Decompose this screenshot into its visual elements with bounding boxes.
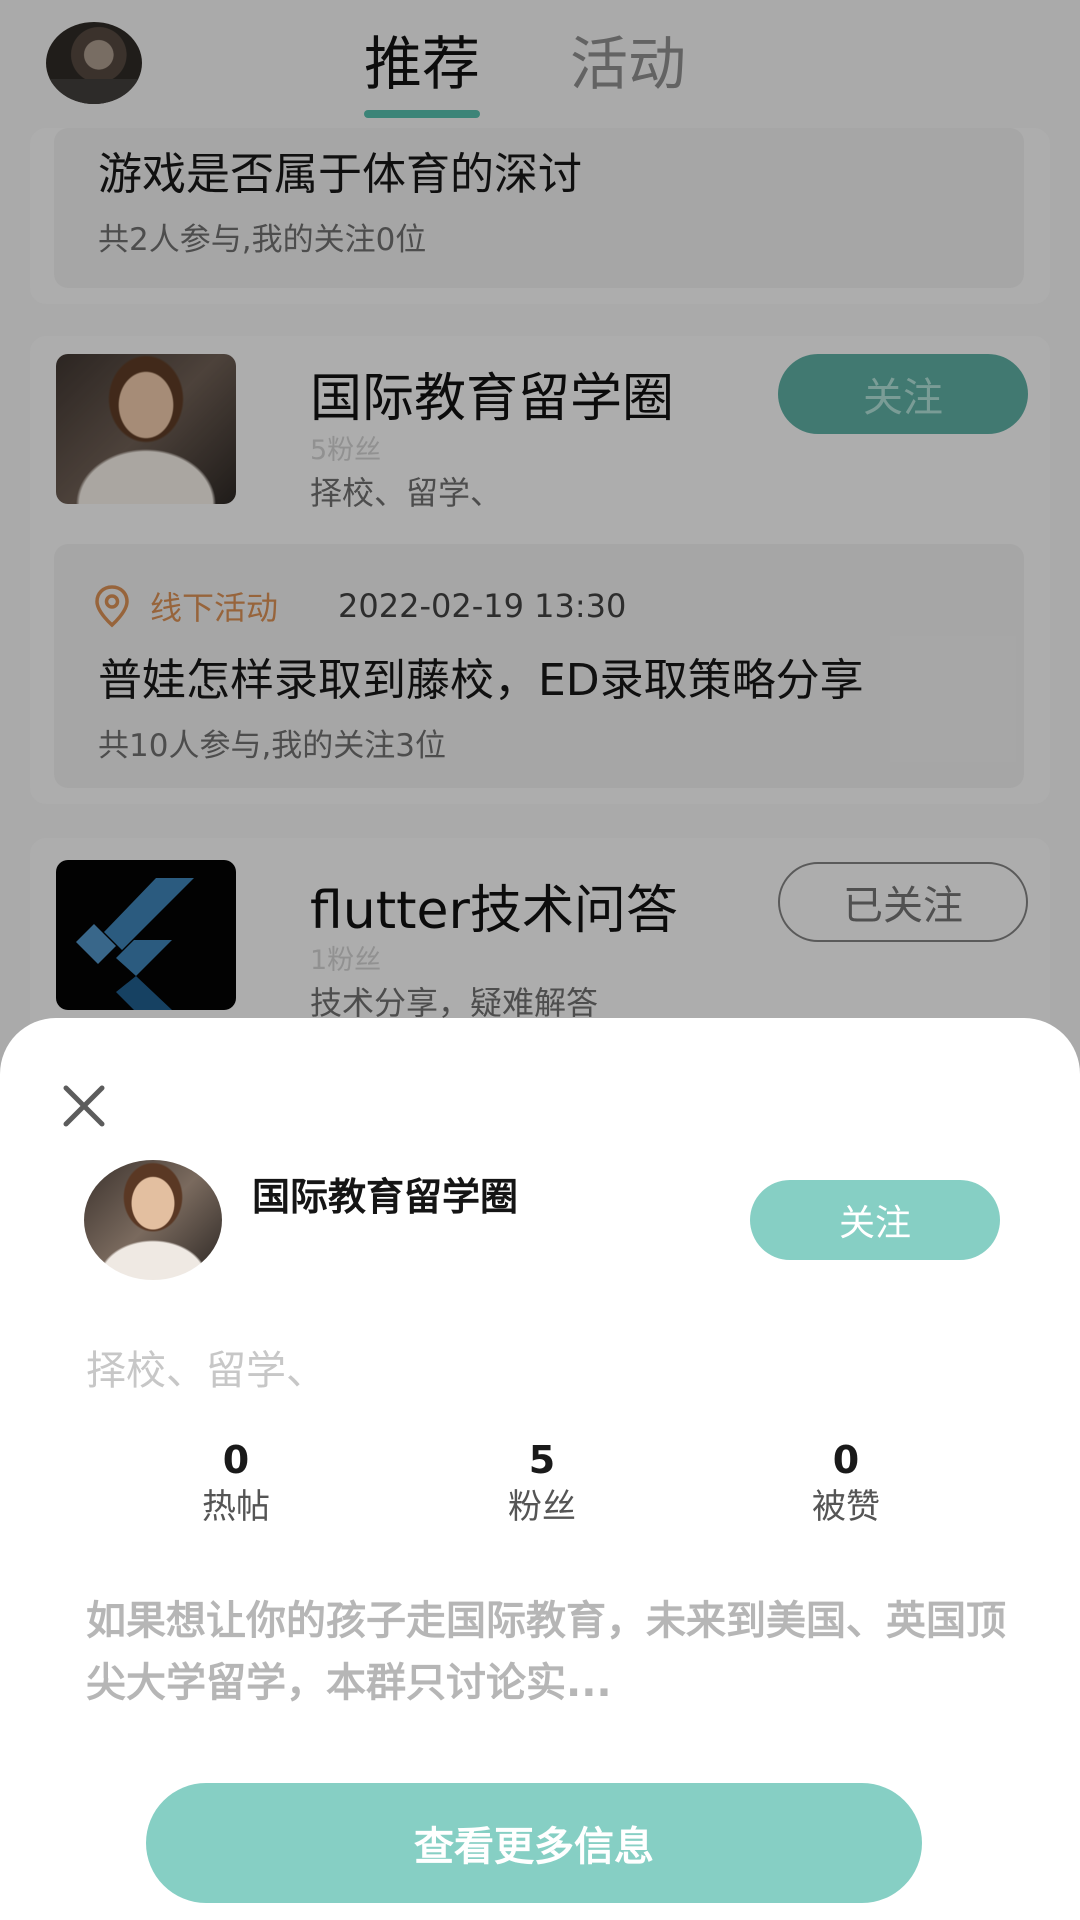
stat-hot-posts: 0 热帖 bbox=[136, 1438, 336, 1532]
stat-label: 粉丝 bbox=[508, 1487, 576, 1527]
close-icon[interactable] bbox=[56, 1078, 112, 1134]
circle-name: 国际教育留学圈 bbox=[252, 1175, 519, 1219]
stat-value: 5 bbox=[528, 1438, 556, 1482]
circle-tags: 择校、留学、 bbox=[86, 1348, 326, 1394]
stat-fans: 5 粉丝 bbox=[442, 1438, 642, 1532]
stat-value: 0 bbox=[832, 1438, 860, 1482]
stat-value: 0 bbox=[222, 1438, 250, 1482]
circle-description: 如果想让你的孩子走国际教育，未来到美国、英国顶尖大学留学，本群只讨论实... bbox=[86, 1598, 1006, 1706]
stat-likes: 0 被赞 bbox=[746, 1438, 946, 1532]
stat-label: 被赞 bbox=[812, 1487, 880, 1527]
page: 推荐 活动 游戏是否属于体育的深讨 共2人参与,我的关注0位 国际教育留学圈 5… bbox=[0, 0, 1080, 1920]
stat-label: 热帖 bbox=[202, 1487, 270, 1527]
circle-detail-sheet: 国际教育留学圈 关注 择校、留学、 0 热帖 5 粉丝 0 被赞 如果想让你的孩… bbox=[0, 1018, 1080, 1920]
circle-avatar bbox=[84, 1160, 222, 1280]
follow-button[interactable]: 关注 bbox=[750, 1180, 1000, 1260]
view-more-button[interactable]: 查看更多信息 bbox=[146, 1783, 922, 1903]
